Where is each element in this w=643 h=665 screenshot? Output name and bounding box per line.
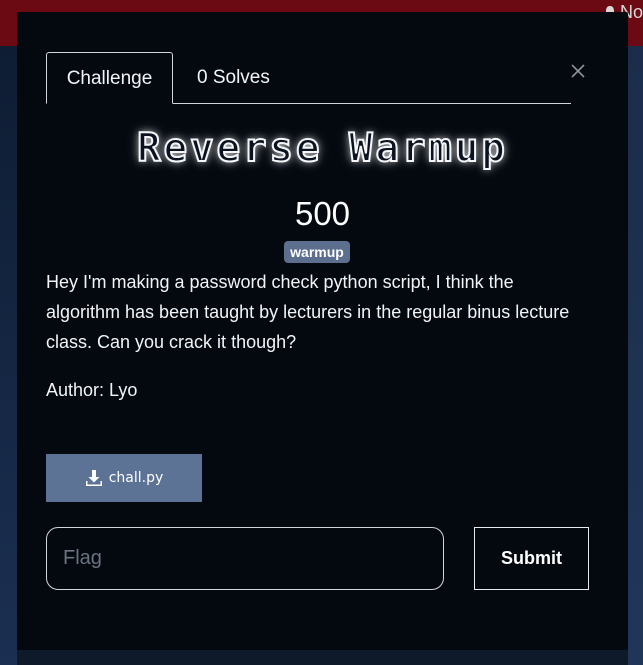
page-backdrop-left — [0, 46, 17, 665]
tab-solves[interactable]: 0 Solves — [197, 52, 270, 103]
flag-input[interactable] — [46, 527, 444, 590]
challenge-description: Hey I'm making a password check python s… — [46, 272, 570, 352]
challenge-points: 500 — [294, 195, 351, 232]
download-file-button[interactable]: chall.py — [46, 454, 202, 502]
tab-challenge[interactable]: Challenge — [46, 52, 173, 104]
modal-tabs: Challenge 0 Solves — [46, 52, 571, 104]
page-backdrop-right — [628, 46, 643, 665]
download-file-label: chall.py — [108, 470, 164, 486]
challenge-tag-badge: warmup — [284, 241, 350, 263]
challenge-title: Reverse Warmup — [136, 125, 508, 172]
download-icon — [85, 470, 102, 486]
challenge-author: Author: Lyo — [46, 380, 138, 400]
close-icon[interactable] — [569, 62, 587, 80]
challenge-modal: Challenge 0 Solves Reverse Warmup 500 wa… — [17, 12, 628, 650]
submit-button[interactable]: Submit — [474, 527, 589, 590]
